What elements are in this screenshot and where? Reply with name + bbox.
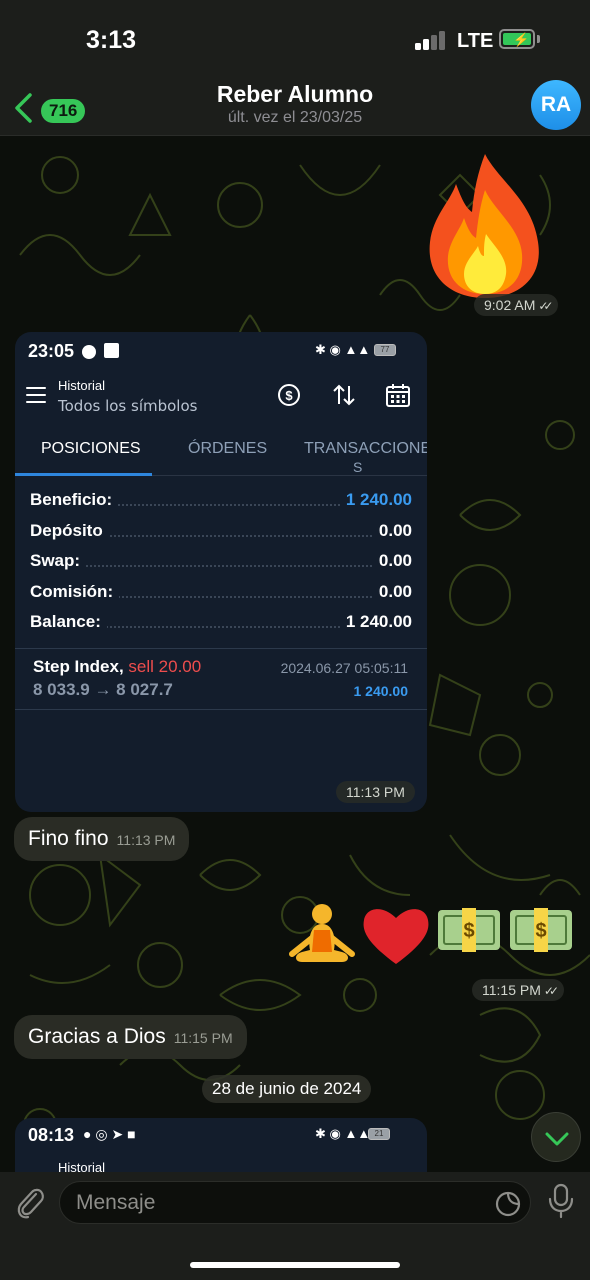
chevron-down-icon <box>545 1132 569 1146</box>
time-text: 11:15 PM <box>482 982 541 998</box>
summary-row: Swap: 0.00 <box>30 551 412 575</box>
currency-sync-icon: $ <box>278 384 300 406</box>
battery-icon: ⚡ <box>499 29 535 49</box>
read-checkmarks-icon: ✓✓ <box>543 984 559 998</box>
scroll-down-button[interactable] <box>531 1112 581 1162</box>
message-input[interactable] <box>76 1182 476 1223</box>
last-seen: últ. vez el 23/03/25 <box>227 109 363 126</box>
date-separator: 28 de junio de 2024 <box>202 1075 372 1103</box>
messenger-icon <box>82 345 96 359</box>
image-message[interactable]: 23:05 ✱ ◉ ▲▲ 77 Historial Todos los símb… <box>15 332 427 812</box>
screenshot-section: Historial <box>58 378 105 393</box>
avatar[interactable]: RA <box>531 80 581 130</box>
sticker-icon[interactable] <box>494 1190 522 1218</box>
message-text: Fino fino <box>28 827 109 850</box>
summary-row: Balance: 1 240.00 <box>30 612 412 636</box>
trade-symbol: Step Index, sell 20.00 <box>33 657 201 677</box>
trade-prices: 8 033.9 → 8 027.7 <box>33 680 173 699</box>
app-icons: ● ◎ ➤ ■ <box>83 1126 136 1142</box>
trade-side: sell 20.00 <box>128 657 202 676</box>
tab-underline <box>15 473 152 476</box>
screenshot-status-bar: 23:05 ✱ ◉ ▲▲ 77 <box>15 332 427 370</box>
screenshot-time: 23:05 <box>28 341 75 361</box>
row-value: 1 240.00 <box>339 490 412 510</box>
square-icon <box>104 343 119 358</box>
sort-icon <box>333 384 355 406</box>
menu-icon <box>26 387 46 408</box>
row-label: Depósito <box>30 521 109 541</box>
calendar-icon <box>386 384 410 407</box>
summary-row: Beneficio: 1 240.00 <box>30 490 412 514</box>
screenshot-toolbar: Historial Todos los símbolos $ <box>15 370 427 426</box>
fire-emoji[interactable] <box>420 150 550 300</box>
message-time: 9:02 AM ✓✓ <box>474 294 559 316</box>
screenshot-time: 08:13 <box>28 1125 75 1145</box>
message-time: 11:15 PM ✓✓ <box>472 979 564 1001</box>
summary-row: Comisión: 0.00 <box>30 582 412 606</box>
microphone-icon[interactable] <box>547 1183 575 1219</box>
summary-row: Depósito 0.00 <box>30 521 412 545</box>
status-time: 3:13 <box>86 26 137 54</box>
row-label: Comisión: <box>30 582 120 602</box>
divider <box>15 648 427 649</box>
meditation-emoji <box>289 904 355 962</box>
row-label: Beneficio: <box>30 490 119 510</box>
row-dots <box>50 565 412 567</box>
message-field[interactable] <box>59 1181 531 1224</box>
paperclip-icon[interactable] <box>14 1184 46 1220</box>
chat-title[interactable]: Reber Alumno <box>0 81 590 108</box>
row-value: 1 240.00 <box>339 612 412 632</box>
row-label: Balance: <box>30 612 107 632</box>
row-value: 0.00 <box>372 551 412 571</box>
heart-emoji <box>363 909 429 964</box>
tab-ordenes: ÓRDENES <box>188 440 268 457</box>
screenshot-tabs: POSICIONES ÓRDENES TRANSACCIONE S <box>15 430 427 476</box>
wifi-signal-icon: ✱ ◉ ▲▲ <box>315 1126 371 1141</box>
image-message[interactable]: 08:13 ● ◎ ➤ ■ ✱ ◉ ▲▲ 21 Historial <box>15 1118 427 1178</box>
money-emoji: $ <box>438 908 500 952</box>
message-time: 11:13 PM <box>336 781 415 803</box>
row-label: Swap: <box>30 551 87 571</box>
tab-transacciones-wrap: S <box>353 460 363 473</box>
home-indicator[interactable] <box>190 1262 400 1268</box>
network-type: LTE <box>457 30 494 52</box>
incoming-message[interactable]: Fino fino 11:13 PM <box>14 817 190 861</box>
screenshot-battery: 21 <box>368 1128 390 1140</box>
divider <box>15 709 427 710</box>
svg-text:$: $ <box>463 920 474 942</box>
read-checkmarks-icon: ✓✓ <box>538 299 553 313</box>
row-value: 0.00 <box>372 582 412 602</box>
battery-cap <box>537 35 540 43</box>
tab-transacciones: TRANSACCIONE <box>304 440 427 457</box>
money-emoji: $ <box>510 908 572 952</box>
signal-icon <box>415 30 449 50</box>
trade-datetime: 2024.06.27 05:05:11 <box>280 660 408 676</box>
emoji-message[interactable]: $ $ <box>288 896 578 972</box>
row-value: 0.00 <box>372 521 412 541</box>
svg-text:$: $ <box>285 388 293 403</box>
wifi-signal-icon: ✱ ◉ ▲▲ <box>315 342 371 357</box>
chat-header: 716 Reber Alumno últ. vez el 23/03/25 RA <box>0 80 590 136</box>
time-text: 9:02 AM <box>484 297 536 313</box>
status-bar: 3:13 LTE ⚡ <box>0 0 590 80</box>
message-time: 11:13 PM <box>116 832 176 848</box>
tab-posiciones: POSICIONES <box>41 440 141 457</box>
trade-symbol-text: Step Index, <box>33 657 124 676</box>
svg-text:$: $ <box>535 920 546 942</box>
message-text: Gracias a Dios <box>28 1025 166 1048</box>
trade-profit: 1 240.00 <box>353 683 409 699</box>
message-time: 11:15 PM <box>173 1030 233 1046</box>
screenshot-battery: 77 <box>374 344 396 356</box>
screenshot-filter: Todos los símbolos <box>58 397 198 415</box>
incoming-message[interactable]: Gracias a Dios 11:15 PM <box>14 1015 247 1059</box>
